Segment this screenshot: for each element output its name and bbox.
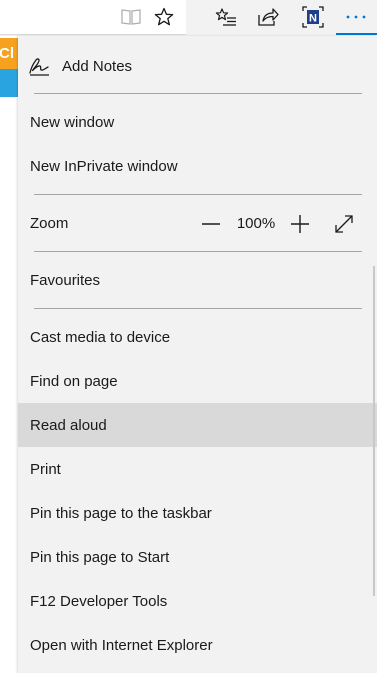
settings-and-more-menu: Add Notes New window New InPrivate windo… bbox=[18, 36, 377, 673]
zoom-out-button[interactable] bbox=[194, 207, 228, 241]
menu-item-favourites[interactable]: Favourites bbox=[18, 258, 377, 302]
page-strip bbox=[0, 69, 18, 97]
more-actions-icon[interactable] bbox=[338, 0, 374, 34]
fullscreen-icon bbox=[335, 215, 353, 233]
zoom-in-button[interactable] bbox=[283, 207, 317, 241]
menu-item-label: F12 Developer Tools bbox=[30, 592, 168, 610]
menu-item-cast-media[interactable]: Cast media to device bbox=[18, 315, 377, 359]
minus-icon bbox=[202, 223, 220, 225]
menu-separator bbox=[34, 308, 362, 309]
menu-separator bbox=[34, 93, 362, 94]
web-page-content: Cl bbox=[0, 36, 18, 673]
menu-scrollbar[interactable] bbox=[373, 266, 375, 596]
pen-icon bbox=[29, 58, 49, 76]
plus-icon bbox=[291, 215, 309, 233]
menu-item-pin-start[interactable]: Pin this page to Start bbox=[18, 535, 377, 579]
menu-separator bbox=[34, 251, 362, 252]
page-banner: Cl bbox=[0, 38, 18, 69]
menu-item-label: Print bbox=[30, 460, 61, 478]
menu-item-label: Pin this page to Start bbox=[30, 548, 170, 566]
fullscreen-button[interactable] bbox=[327, 207, 361, 241]
menu-item-label: Add Notes bbox=[62, 57, 133, 75]
menu-item-find-on-page[interactable]: Find on page bbox=[18, 359, 377, 403]
onenote-extension-icon[interactable]: N bbox=[295, 0, 331, 34]
menu-item-label: New InPrivate window bbox=[30, 157, 178, 175]
menu-item-new-inprivate-window[interactable]: New InPrivate window bbox=[18, 144, 377, 188]
menu-item-label: Pin this page to the taskbar bbox=[30, 504, 212, 522]
menu-item-label: Find on page bbox=[30, 372, 118, 390]
menu-item-label: Favourites bbox=[30, 271, 101, 289]
menu-item-label: Open with Internet Explorer bbox=[30, 636, 213, 654]
menu-item-label: Read aloud bbox=[30, 416, 107, 434]
favorites-hub-icon[interactable] bbox=[208, 0, 244, 34]
share-icon[interactable] bbox=[250, 0, 286, 34]
zoom-level: 100% bbox=[236, 215, 276, 232]
favorite-star-icon[interactable] bbox=[146, 0, 182, 34]
menu-item-add-notes[interactable]: Add Notes bbox=[18, 44, 377, 88]
zoom-label: Zoom bbox=[30, 215, 69, 232]
zoom-control: Zoom 100% bbox=[18, 202, 377, 246]
more-actions-active-indicator bbox=[336, 33, 377, 35]
menu-item-developer-tools[interactable]: F12 Developer Tools bbox=[18, 579, 377, 623]
browser-toolbar: N bbox=[0, 0, 377, 36]
menu-item-new-window[interactable]: New window bbox=[18, 100, 377, 144]
menu-item-read-aloud[interactable]: Read aloud bbox=[18, 403, 377, 447]
onenote-extension-letter: N bbox=[309, 13, 317, 25]
menu-item-label: Cast media to device bbox=[30, 328, 171, 346]
menu-item-pin-taskbar[interactable]: Pin this page to the taskbar bbox=[18, 491, 377, 535]
menu-separator bbox=[34, 194, 362, 195]
reading-view-icon[interactable] bbox=[113, 0, 149, 34]
menu-item-label: New window bbox=[30, 113, 115, 131]
menu-item-open-with-ie[interactable]: Open with Internet Explorer bbox=[18, 623, 377, 667]
menu-item-print[interactable]: Print bbox=[18, 447, 377, 491]
